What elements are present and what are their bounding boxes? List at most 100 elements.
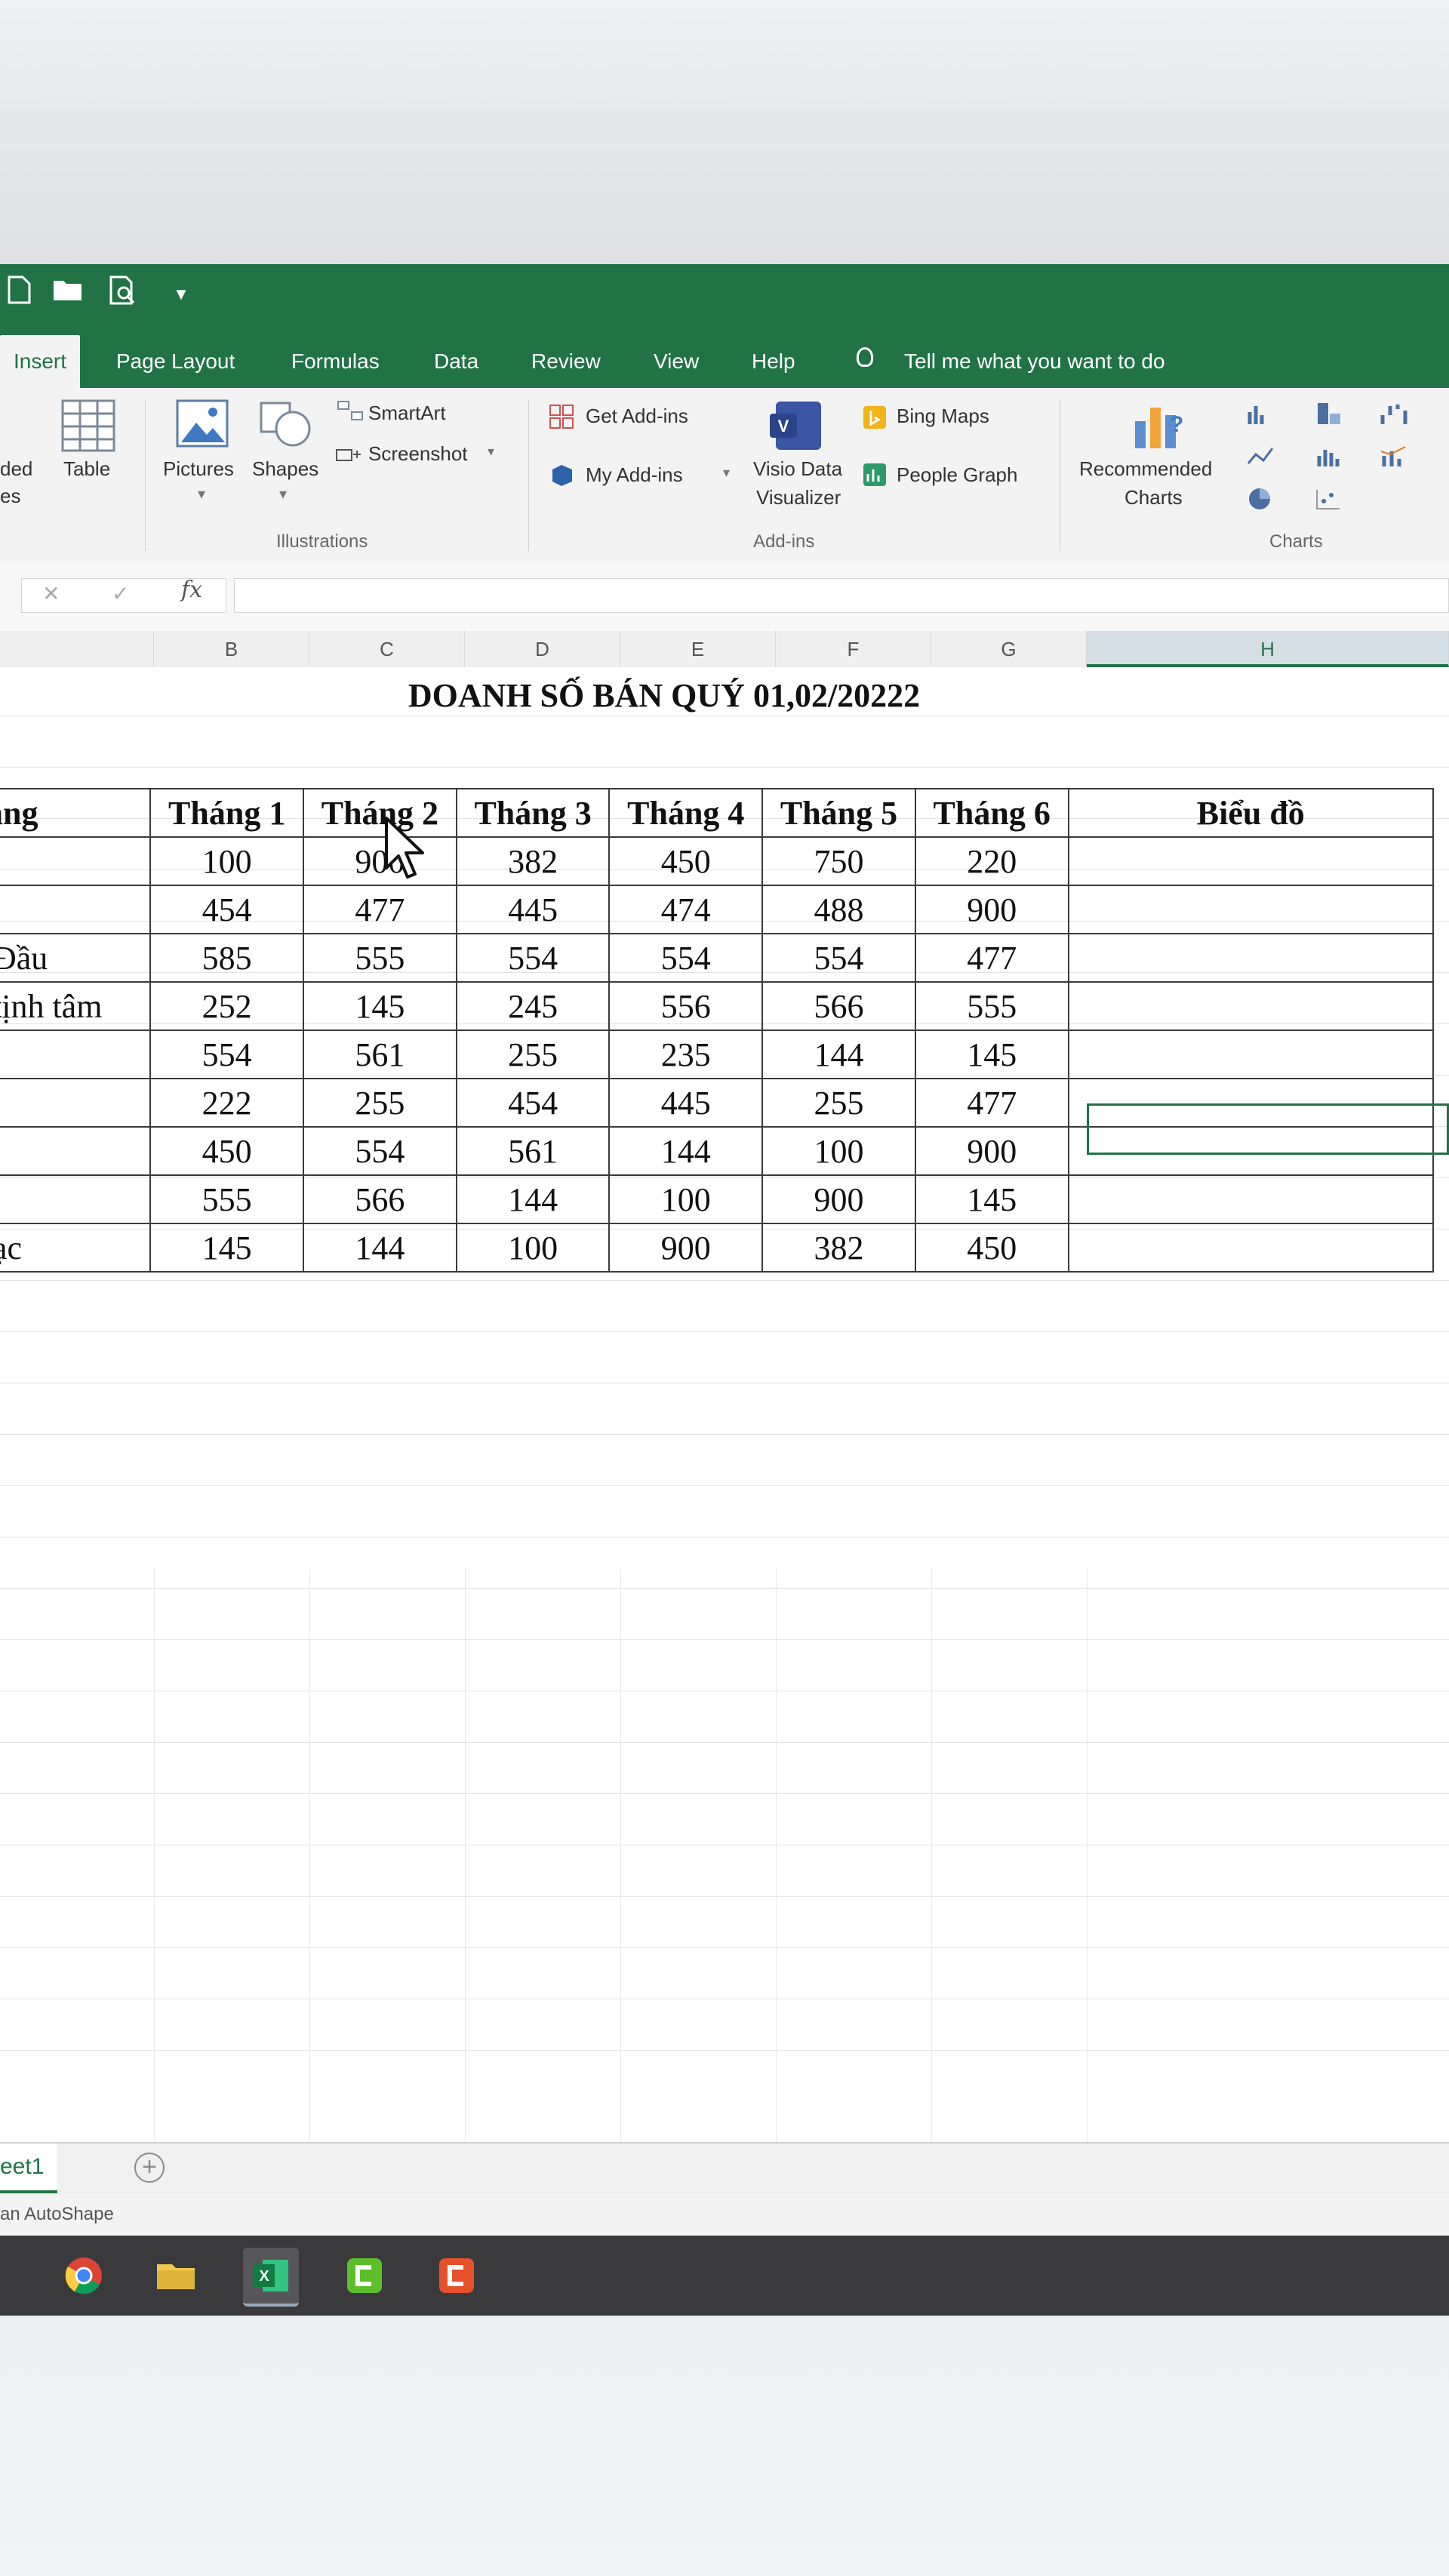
tell-me-search[interactable]: Tell me what you want to do (904, 335, 1165, 388)
cancel-icon[interactable]: ✕ (42, 581, 60, 606)
value-cell[interactable]: 554 (608, 933, 764, 983)
print-preview-icon[interactable] (104, 275, 143, 314)
value-cell[interactable]: 445 (455, 885, 611, 934)
pie-chart-icon[interactable] (1247, 486, 1272, 516)
my-add-ins-button[interactable]: My Add-ins (586, 463, 683, 487)
line-chart-icon[interactable] (1247, 445, 1274, 472)
recommended-pivot-partial[interactable]: ded (0, 457, 32, 481)
hierarchy-chart-icon[interactable] (1316, 402, 1342, 429)
value-cell[interactable]: 554 (303, 1126, 457, 1176)
camtasia-icon[interactable] (337, 2248, 392, 2304)
value-cell[interactable]: 477 (914, 933, 1069, 983)
value-cell[interactable]: 145 (303, 981, 457, 1031)
value-cell[interactable]: 450 (608, 836, 764, 886)
recommended-charts-label-2[interactable]: Charts (1124, 486, 1183, 509)
value-cell[interactable]: 555 (149, 1174, 305, 1224)
value-cell[interactable]: 255 (303, 1078, 457, 1128)
value-cell[interactable]: 454 (149, 885, 305, 934)
product-name-cell[interactable] (0, 836, 152, 886)
tab-help[interactable]: Help (752, 335, 795, 388)
value-cell[interactable]: 100 (149, 836, 305, 886)
tab-insert[interactable]: Insert (0, 335, 81, 388)
new-file-icon[interactable] (0, 275, 39, 314)
recommended-pivot-partial-2[interactable]: es (0, 485, 20, 508)
value-cell[interactable]: 555 (914, 981, 1069, 1031)
value-cell[interactable]: 566 (303, 1174, 457, 1224)
value-cell[interactable]: 477 (303, 885, 457, 934)
chevron-down-icon[interactable]: ▾ (198, 485, 205, 503)
value-cell[interactable]: 220 (914, 836, 1069, 886)
my-add-ins-icon[interactable] (549, 462, 575, 491)
value-cell[interactable]: 144 (761, 1029, 916, 1079)
column-chart-icon[interactable] (1247, 403, 1272, 429)
scatter-chart-icon[interactable] (1315, 488, 1342, 514)
header-cell-month-5[interactable]: Tháng 5 (761, 788, 916, 838)
visio-data-visualizer-button[interactable]: Visio Data (753, 457, 842, 481)
value-cell[interactable]: 245 (455, 981, 611, 1031)
value-cell[interactable]: 144 (303, 1223, 457, 1273)
value-cell[interactable]: 585 (149, 933, 305, 983)
chevron-down-icon[interactable]: ▾ (279, 485, 287, 503)
sheet-title-cell[interactable]: DOANH SỐ BÁN QUÝ 01,02/20222 (0, 669, 1449, 722)
value-cell[interactable]: 382 (455, 836, 611, 886)
value-cell[interactable]: 900 (608, 1223, 764, 1273)
value-cell[interactable]: 145 (914, 1029, 1069, 1079)
value-cell[interactable]: 454 (455, 1078, 611, 1128)
formula-input[interactable] (234, 578, 1449, 613)
file-explorer-icon[interactable] (148, 2248, 204, 2304)
value-cell[interactable]: 555 (303, 933, 457, 983)
get-add-ins-button[interactable]: Get Add-ins (586, 405, 688, 428)
value-cell[interactable]: 100 (608, 1174, 764, 1224)
value-cell[interactable]: 554 (455, 933, 611, 983)
chart-cell[interactable] (1067, 1029, 1435, 1079)
statistic-chart-icon[interactable] (1316, 445, 1343, 472)
value-cell[interactable]: 900 (761, 1174, 916, 1224)
value-cell[interactable]: 561 (455, 1126, 611, 1176)
column-header-f[interactable]: F (776, 631, 931, 667)
chevron-down-icon[interactable]: ▾ (723, 465, 730, 481)
value-cell[interactable]: 474 (608, 885, 764, 934)
header-cell-month-3[interactable]: Tháng 3 (455, 788, 611, 838)
value-cell[interactable]: 554 (761, 933, 916, 983)
value-cell[interactable]: 255 (761, 1078, 916, 1128)
value-cell[interactable]: 145 (149, 1223, 305, 1273)
folder-open-icon[interactable] (48, 275, 88, 314)
chrome-icon[interactable] (56, 2248, 112, 2304)
product-name-cell[interactable] (0, 1029, 152, 1079)
value-cell[interactable]: 554 (149, 1029, 305, 1079)
recommended-charts-button[interactable]: Recommended (1079, 457, 1212, 481)
product-name-cell[interactable]: Đầu (0, 933, 152, 983)
value-cell[interactable]: 900 (914, 1126, 1069, 1176)
shapes-button[interactable]: Shapes (252, 457, 318, 481)
chart-cell[interactable] (1067, 885, 1435, 934)
chart-cell[interactable] (1067, 933, 1435, 983)
product-name-cell[interactable] (0, 885, 152, 934)
column-header-h[interactable]: H (1087, 631, 1449, 667)
recommended-charts-icon[interactable]: ? (1131, 399, 1188, 457)
smartart-icon[interactable] (337, 400, 364, 426)
value-cell[interactable]: 222 (149, 1078, 305, 1128)
value-cell[interactable]: 900 (303, 836, 457, 886)
value-cell[interactable]: 566 (761, 981, 916, 1031)
value-cell[interactable]: 144 (455, 1174, 611, 1224)
combo-chart-icon[interactable] (1380, 445, 1407, 472)
chart-cell[interactable] (1067, 1223, 1435, 1273)
camtasia-recorder-icon[interactable] (429, 2248, 485, 2304)
value-cell[interactable]: 255 (455, 1029, 611, 1079)
store-icon[interactable] (548, 403, 575, 434)
value-cell[interactable]: 561 (303, 1029, 457, 1079)
add-sheet-icon[interactable]: + (134, 2153, 165, 2183)
tab-page-layout[interactable]: Page Layout (116, 335, 235, 388)
sheet-tab-sheet1[interactable]: eet1 (0, 2144, 58, 2193)
header-cell-month-2[interactable]: Tháng 2 (303, 788, 457, 838)
visio-icon[interactable]: V (768, 399, 829, 457)
screenshot-icon[interactable] (335, 444, 364, 470)
shapes-icon[interactable] (257, 399, 314, 455)
column-header-c[interactable]: C (309, 631, 465, 667)
chevron-down-icon[interactable]: ▾ (488, 444, 494, 460)
value-cell[interactable]: 100 (455, 1223, 611, 1273)
pictures-icon[interactable] (175, 399, 229, 452)
value-cell[interactable]: 477 (914, 1078, 1069, 1128)
column-header-a[interactable] (0, 631, 154, 667)
tab-view[interactable]: View (654, 335, 699, 388)
